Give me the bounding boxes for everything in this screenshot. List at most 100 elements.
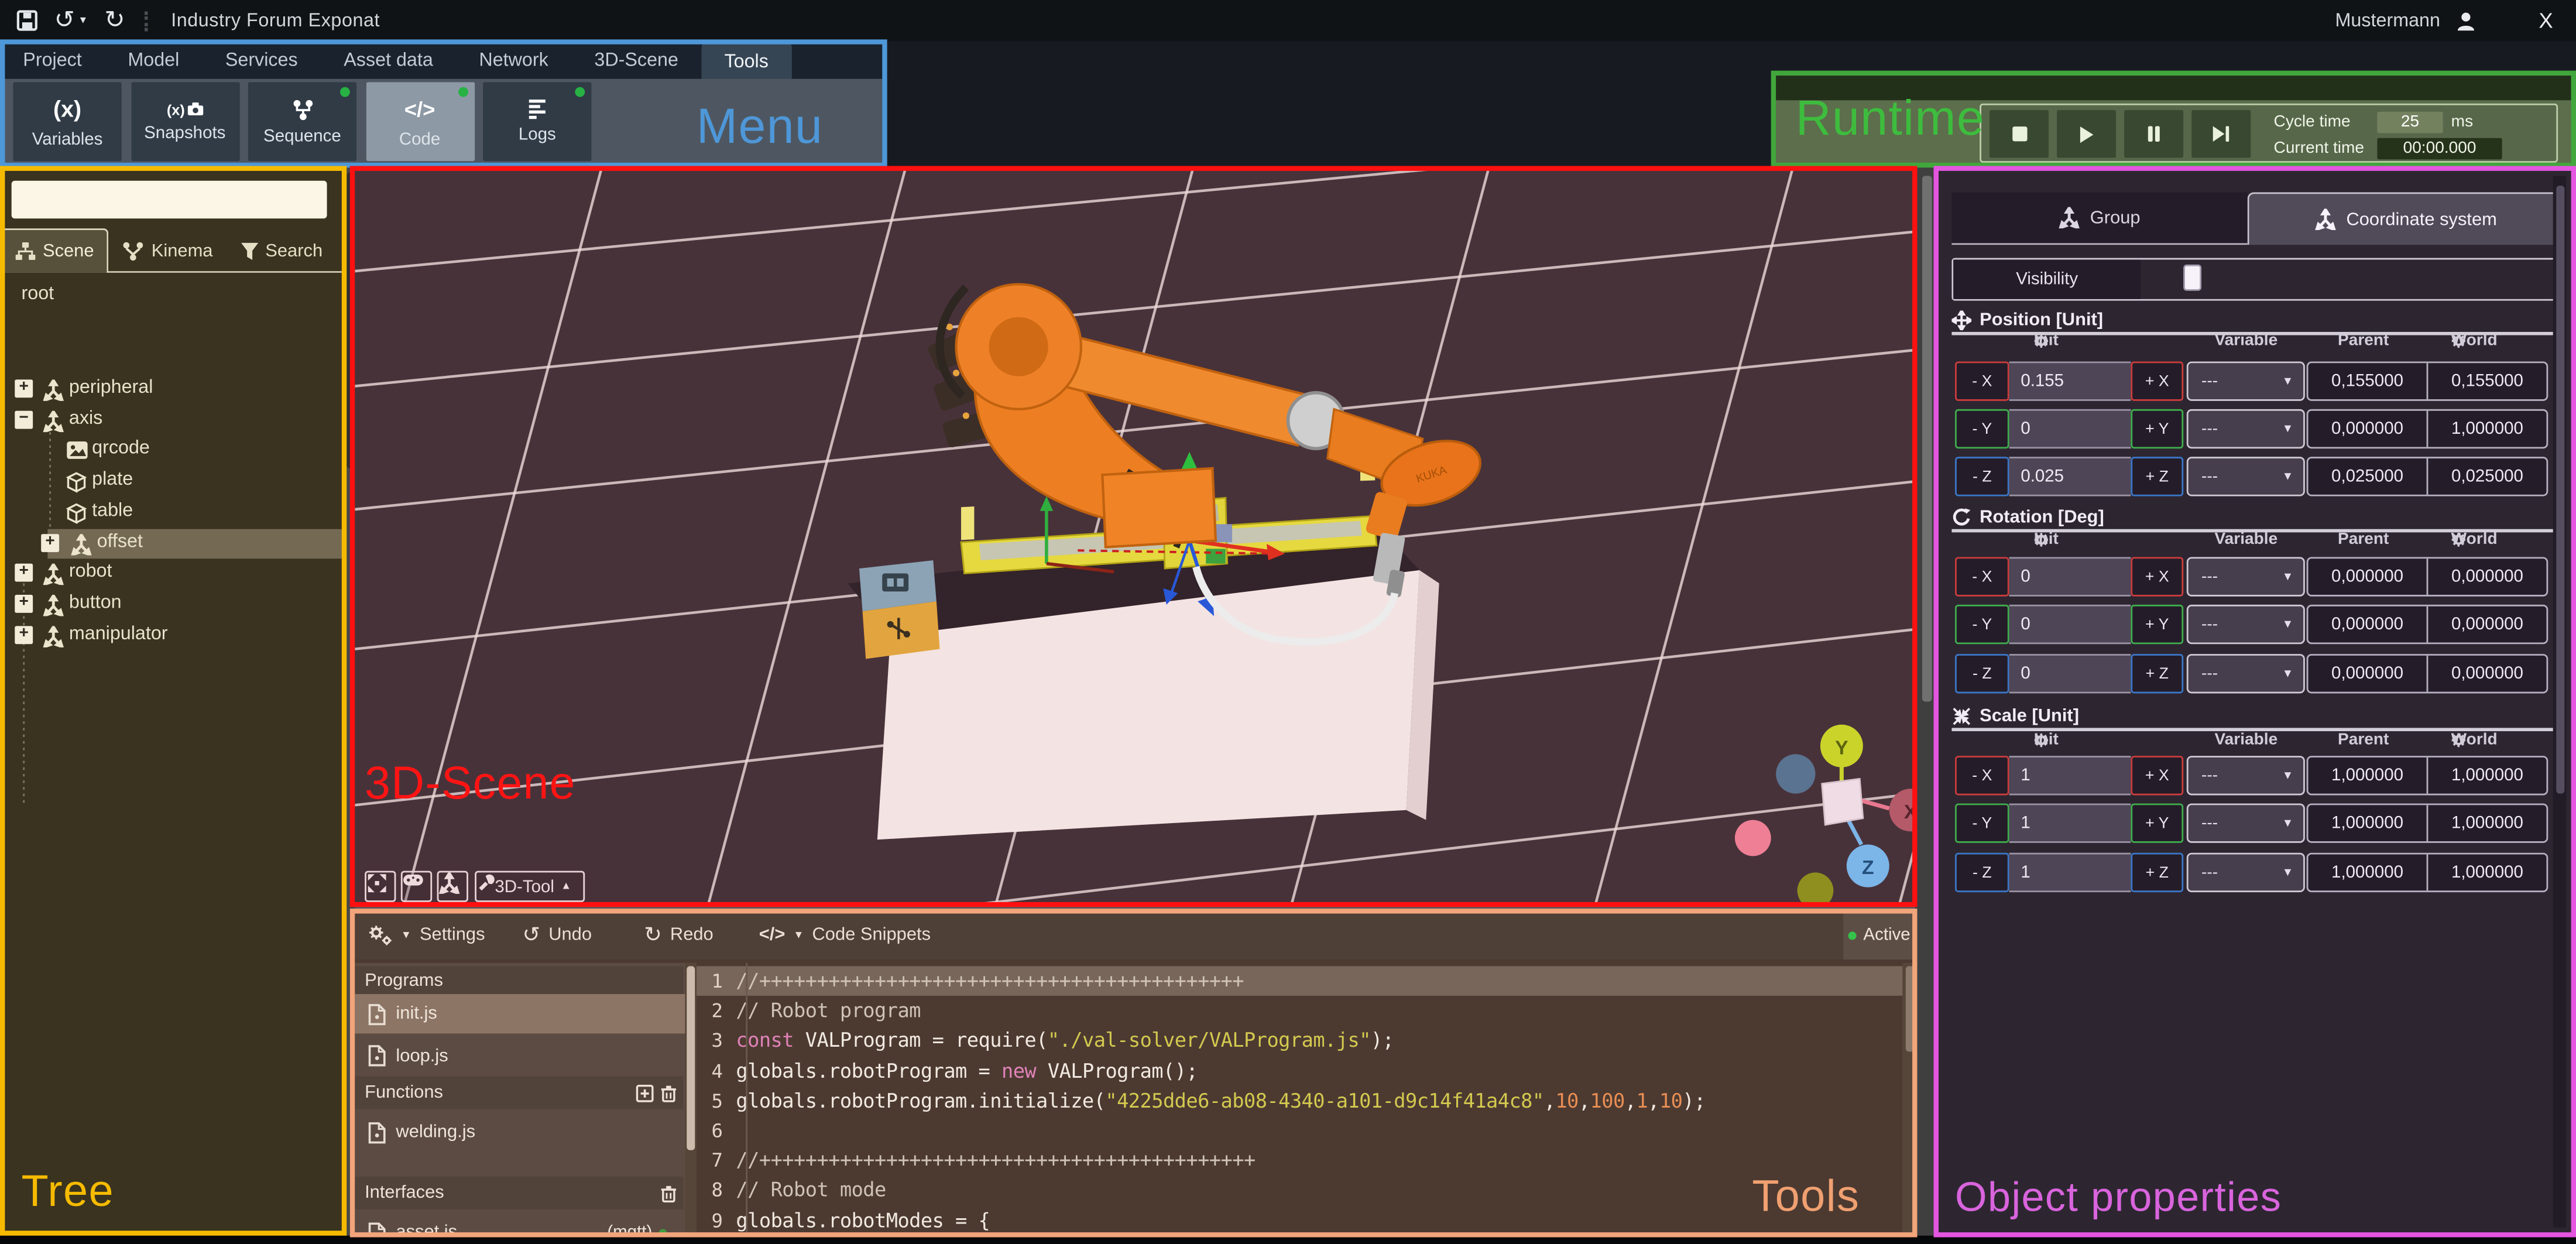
properties-tab-group[interactable]: Group bbox=[1951, 192, 2247, 245]
stop-button[interactable] bbox=[1990, 110, 2049, 157]
file-item-asset.js[interactable]: asset.js(mqtt) bbox=[355, 1212, 683, 1233]
scene-canvas[interactable]: KUKA Y X Z bbox=[355, 169, 1915, 905]
sequence-tool-button[interactable]: Sequence bbox=[248, 82, 356, 161]
menu-tab-tools[interactable]: Tools bbox=[701, 41, 791, 82]
init-value-input[interactable]: 0.025 bbox=[2009, 457, 2131, 496]
file-item-welding.js[interactable]: welding.js bbox=[355, 1112, 683, 1152]
variable-dropdown[interactable]: ---▼ bbox=[2187, 804, 2305, 843]
variable-dropdown[interactable]: ---▼ bbox=[2187, 361, 2305, 400]
code-tool-button[interactable]: </>Code bbox=[366, 82, 474, 161]
increment-y-button[interactable]: + Y bbox=[2131, 605, 2183, 644]
snapshots-tool-button[interactable]: (x)Snapshots bbox=[131, 82, 239, 161]
axes-button[interactable] bbox=[437, 871, 468, 902]
code-line-3[interactable]: 3const VALProgram = require("./val-solve… bbox=[697, 1026, 1916, 1056]
decrement-z-button[interactable]: - Z bbox=[1955, 457, 2009, 496]
logs-tool-button[interactable]: Logs bbox=[483, 82, 591, 161]
menu-tab-services[interactable]: Services bbox=[203, 41, 321, 79]
variable-dropdown[interactable]: ---▼ bbox=[2187, 457, 2305, 496]
increment-x-button[interactable]: + X bbox=[2131, 361, 2183, 400]
code-line-5[interactable]: 5globals.robotProgram.initialize("4225dd… bbox=[697, 1086, 1916, 1116]
file-group-functions[interactable]: Functions bbox=[355, 1076, 683, 1109]
file-group-programs[interactable]: Programs bbox=[355, 966, 683, 994]
tree-item-qrcode[interactable]: qrcode bbox=[0, 436, 347, 466]
variable-dropdown[interactable]: ---▼ bbox=[2187, 557, 2305, 596]
tree-expander[interactable]: + bbox=[15, 625, 33, 643]
init-value-input[interactable]: 1 bbox=[2009, 853, 2131, 892]
work-table[interactable] bbox=[848, 524, 1439, 839]
redo-button[interactable]: ↻Redo bbox=[644, 910, 713, 959]
code-line-8[interactable]: 8// Robot mode bbox=[697, 1176, 1916, 1205]
variable-dropdown[interactable]: ---▼ bbox=[2187, 853, 2305, 892]
init-value-input[interactable]: 1 bbox=[2009, 756, 2131, 795]
tree-item-table[interactable]: table bbox=[0, 498, 347, 527]
trash-icon[interactable] bbox=[660, 1184, 677, 1202]
properties-scrollbar[interactable] bbox=[2553, 176, 2566, 1227]
tree-item-button[interactable]: +button bbox=[0, 590, 347, 619]
file-list-scrollbar[interactable] bbox=[685, 963, 697, 1234]
play-button[interactable] bbox=[2057, 110, 2116, 157]
code-snippets-menu[interactable]: </>▼ Code Snippets bbox=[759, 910, 931, 959]
menu-tab-network[interactable]: Network bbox=[456, 41, 571, 79]
init-value-input[interactable]: 1 bbox=[2009, 804, 2131, 843]
menu-tab-project[interactable]: Project bbox=[0, 41, 105, 79]
decrement-y-button[interactable]: - Y bbox=[1955, 409, 2009, 448]
fold-marker[interactable]: ▾ bbox=[736, 1214, 742, 1225]
properties-tab-coordinate-system[interactable]: Coordinate system bbox=[2248, 192, 2565, 245]
tree-item-manipulator[interactable]: +manipulator bbox=[0, 621, 347, 650]
decrement-x-button[interactable]: - X bbox=[1955, 557, 2009, 596]
variable-dropdown[interactable]: ---▼ bbox=[2187, 654, 2305, 693]
tree-root-node[interactable]: root bbox=[21, 285, 54, 304]
variable-dropdown[interactable]: ---▼ bbox=[2187, 409, 2305, 448]
decrement-z-button[interactable]: - Z bbox=[1955, 853, 2009, 892]
tree-item-offset[interactable]: +offset bbox=[47, 528, 347, 558]
viewport-3d[interactable]: KUKA Y X Z bbox=[355, 169, 1915, 905]
tree-expander[interactable]: + bbox=[41, 533, 59, 551]
code-line-1[interactable]: 1//+++++++++++++++++++++++++++++++++++++… bbox=[697, 966, 1916, 996]
3d-tool-dropdown[interactable]: 3D-Tool ▲ bbox=[475, 871, 585, 902]
variables-tool-button[interactable]: (x)Variables bbox=[13, 82, 121, 161]
increment-x-button[interactable]: + X bbox=[2131, 557, 2183, 596]
tree-item-peripheral[interactable]: +peripheral bbox=[0, 375, 347, 405]
decrement-y-button[interactable]: - Y bbox=[1955, 605, 2009, 644]
tree-item-axis[interactable]: −axis bbox=[0, 405, 347, 435]
tree-expander[interactable]: + bbox=[15, 564, 33, 582]
increment-z-button[interactable]: + Z bbox=[2131, 654, 2183, 693]
increment-x-button[interactable]: + X bbox=[2131, 756, 2183, 795]
menu-tab-asset-data[interactable]: Asset data bbox=[321, 41, 456, 79]
fit-view-button[interactable] bbox=[365, 871, 396, 902]
view-orientation-gizmo[interactable]: Y X Z bbox=[1735, 725, 1916, 906]
file-group-interfaces[interactable]: Interfaces bbox=[355, 1177, 683, 1209]
code-line-4[interactable]: 4globals.robotProgram = new VALProgram()… bbox=[697, 1056, 1916, 1086]
variable-dropdown[interactable]: ---▼ bbox=[2187, 756, 2305, 795]
init-value-input[interactable]: 0.155 bbox=[2009, 361, 2131, 400]
undo-button[interactable]: ↺Undo bbox=[523, 910, 592, 959]
menu-tab-model[interactable]: Model bbox=[105, 41, 203, 79]
code-scrollbar[interactable] bbox=[1902, 963, 1915, 1234]
close-button[interactable]: X bbox=[2539, 8, 2553, 33]
user-name[interactable]: Mustermann bbox=[2335, 11, 2440, 30]
increment-z-button[interactable]: + Z bbox=[2131, 457, 2183, 496]
panel-splitter-scrollbar[interactable] bbox=[1916, 166, 1939, 1235]
increment-y-button[interactable]: + Y bbox=[2131, 804, 2183, 843]
tree-item-plate[interactable]: plate bbox=[0, 467, 347, 496]
code-line-7[interactable]: 7//+++++++++++++++++++++++++++++++++++++… bbox=[697, 1146, 1916, 1176]
file-item-init.js[interactable]: init.js bbox=[355, 994, 697, 1033]
decrement-z-button[interactable]: - Z bbox=[1955, 654, 2009, 693]
code-editor[interactable]: 1//+++++++++++++++++++++++++++++++++++++… bbox=[697, 963, 1916, 1234]
redo-icon[interactable]: ↻ bbox=[104, 9, 125, 32]
settings-menu[interactable]: ▼ Settings bbox=[368, 910, 485, 959]
code-line-9[interactable]: 9▾globals.robotModes = { bbox=[697, 1205, 1916, 1234]
visibility-checkbox[interactable] bbox=[2183, 265, 2201, 291]
tree-tab-search[interactable]: Search bbox=[226, 228, 336, 273]
tree-expander[interactable]: + bbox=[15, 595, 33, 613]
cycle-time-input[interactable]: 25 bbox=[2377, 111, 2443, 132]
file-item-loop.js[interactable]: loop.js bbox=[355, 1037, 683, 1075]
user-icon[interactable] bbox=[2457, 11, 2476, 30]
pause-button[interactable] bbox=[2124, 110, 2183, 157]
step-forward-button[interactable] bbox=[2191, 110, 2251, 157]
increment-y-button[interactable]: + Y bbox=[2131, 409, 2183, 448]
tree-tab-scene[interactable]: Scene bbox=[0, 228, 109, 273]
decrement-y-button[interactable]: - Y bbox=[1955, 804, 2009, 843]
tree-expander[interactable]: − bbox=[15, 410, 33, 429]
tree-expander[interactable]: + bbox=[15, 379, 33, 397]
